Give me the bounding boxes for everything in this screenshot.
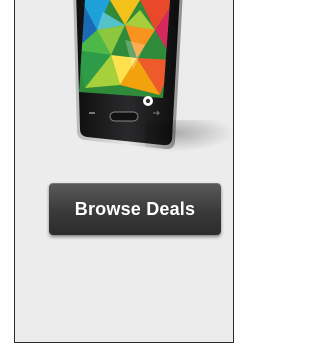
- browse-deals-label: Browse Deals: [74, 198, 196, 219]
- phone-shadow: [145, 120, 233, 152]
- product-image[interactable]: [15, 0, 233, 160]
- promo-panel: Browse Deals: [14, 0, 234, 343]
- browse-deals-button[interactable]: Browse Deals: [49, 183, 221, 235]
